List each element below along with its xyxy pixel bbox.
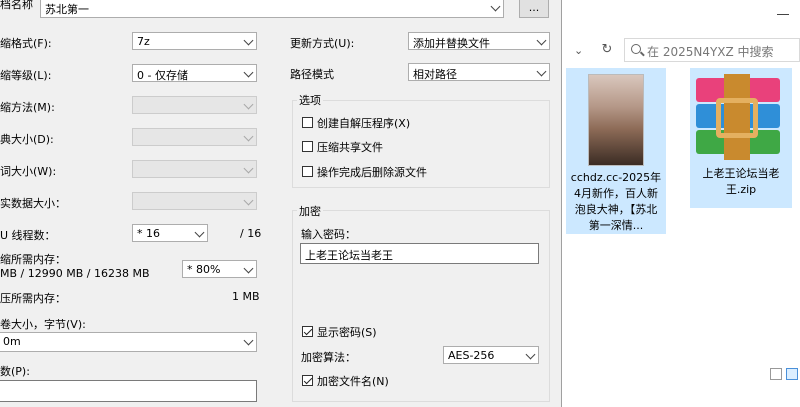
chevron-down-icon xyxy=(243,335,254,346)
browse-button[interactable]: ... xyxy=(519,0,549,18)
delete-after-label[interactable]: 操作完成后删除源文件 xyxy=(317,164,427,180)
encryption-method-value: AES-256 xyxy=(448,349,495,362)
format-label: 缩格式(F): xyxy=(0,37,52,50)
update-mode-select[interactable]: 添加并替换文件 xyxy=(408,32,550,50)
level-select[interactable]: 0 - 仅存储 xyxy=(132,64,257,82)
encryption-method-label: 加密算法： xyxy=(301,351,356,364)
chevron-down-icon xyxy=(243,99,254,110)
parameters-label: 数(P): xyxy=(0,365,30,378)
add-to-archive-dialog: 档名称 苏北第一 ... 缩格式(F): 7z 缩等级(L): 0 - 仅存储 … xyxy=(0,0,562,407)
encryption-method-select[interactable]: AES-256 xyxy=(443,346,539,364)
sfx-label[interactable]: 创建自解压程序(X) xyxy=(317,115,410,131)
update-mode-value: 添加并替换文件 xyxy=(413,37,490,50)
search-icon xyxy=(631,44,641,54)
chevron-down-icon xyxy=(243,67,254,78)
chevron-down-icon xyxy=(243,263,254,274)
format-select[interactable]: 7z xyxy=(132,32,257,50)
method-label: 缩方法(M): xyxy=(0,101,55,114)
solid-block-label: 实数据大小： xyxy=(0,197,66,210)
memory-percent-select[interactable]: * 80% xyxy=(182,260,257,278)
word-size-select xyxy=(132,160,257,178)
format-value: 7z xyxy=(137,35,150,48)
winrar-archive-icon xyxy=(696,74,780,160)
file-name: cchdz.cc-2025年4月新作，百人新泡良大神，【苏北第一深情... xyxy=(570,171,662,232)
file-explorer-window: ⌄ ↻ 在 2025N4YXZ 中搜索 cchdz.cc-2025年4月新作，百… xyxy=(562,0,800,407)
chevron-down-icon xyxy=(536,35,547,46)
chevron-down-icon xyxy=(490,1,501,12)
chevron-down-icon xyxy=(243,131,254,142)
memory-percent-value: * 80% xyxy=(187,263,221,276)
refresh-icon[interactable]: ↻ xyxy=(598,41,616,59)
split-volume-label: 卷大小，字节(V): xyxy=(0,318,86,331)
password-label: 输入密码： xyxy=(301,228,356,241)
split-volume-combo[interactable]: 0m xyxy=(0,332,257,352)
dictionary-label: 典大小(D): xyxy=(0,133,54,146)
memory-decompress-label: 压所需内存： xyxy=(0,292,66,305)
threads-select[interactable]: * 16 xyxy=(132,224,208,242)
file-name: 上老王论坛当老王.zip xyxy=(702,167,780,196)
chevron-down-icon xyxy=(243,195,254,206)
chevron-down-icon xyxy=(243,35,254,46)
details-view-icon[interactable] xyxy=(770,368,782,380)
method-select xyxy=(132,96,257,114)
word-size-label: 词大小(W): xyxy=(0,165,57,178)
chevron-down-icon xyxy=(194,227,205,238)
shared-files-label[interactable]: 压缩共享文件 xyxy=(317,139,383,155)
options-title: 选项 xyxy=(297,92,323,108)
archive-name-label: 档名称 xyxy=(0,0,33,11)
search-placeholder: 在 2025N4YXZ 中搜索 xyxy=(647,45,774,59)
show-password-label[interactable]: 显示密码(S) xyxy=(317,324,377,340)
solid-block-select xyxy=(132,192,257,210)
explorer-titlebar xyxy=(562,0,800,32)
encrypt-names-checkbox[interactable] xyxy=(302,375,313,386)
minimize-icon[interactable] xyxy=(777,14,789,15)
search-input[interactable]: 在 2025N4YXZ 中搜索 xyxy=(624,38,800,62)
sfx-checkbox[interactable] xyxy=(302,117,313,128)
view-toggle[interactable] xyxy=(770,368,800,384)
chevron-down-icon xyxy=(243,163,254,174)
file-item-zip[interactable]: 上老王论坛当老王.zip xyxy=(690,68,792,208)
parameters-input[interactable] xyxy=(0,380,257,402)
shared-files-checkbox[interactable] xyxy=(302,141,313,152)
file-item-video[interactable]: cchdz.cc-2025年4月新作，百人新泡良大神，【苏北第一深情... xyxy=(566,68,666,234)
encryption-title: 加密 xyxy=(297,203,323,219)
archive-name-value: 苏北第一 xyxy=(45,3,89,16)
chevron-down-icon[interactable]: ⌄ xyxy=(574,44,583,57)
memory-compress-detail: MB / 12990 MB / 16238 MB xyxy=(0,267,150,280)
threads-value: * 16 xyxy=(137,227,160,240)
threads-label: U 线程数： xyxy=(0,229,56,242)
dictionary-select xyxy=(132,128,257,146)
split-volume-value: 0m xyxy=(3,335,21,348)
encrypt-names-label[interactable]: 加密文件名(N) xyxy=(317,373,389,389)
show-password-checkbox[interactable] xyxy=(302,326,313,337)
password-value: 上老王论坛当老王 xyxy=(305,249,393,262)
password-input[interactable]: 上老王论坛当老王 xyxy=(300,243,539,264)
level-value: 0 - 仅存储 xyxy=(137,69,188,82)
image-thumbnail xyxy=(588,74,644,166)
threads-max: / 16 xyxy=(240,227,262,240)
memory-decompress-value: 1 MB xyxy=(232,290,260,303)
path-mode-label: 路径模式 xyxy=(290,68,334,81)
level-label: 缩等级(L): xyxy=(0,69,52,82)
chevron-down-icon xyxy=(525,349,536,360)
chevron-down-icon xyxy=(536,66,547,77)
update-mode-label: 更新方式(U): xyxy=(290,37,355,50)
delete-after-checkbox[interactable] xyxy=(302,166,313,177)
large-icons-view-icon[interactable] xyxy=(786,368,798,380)
path-mode-select[interactable]: 相对路径 xyxy=(408,63,550,81)
memory-compress-label: 缩所需内存： xyxy=(0,253,66,266)
archive-name-combo[interactable]: 苏北第一 xyxy=(40,0,504,18)
path-mode-value: 相对路径 xyxy=(413,68,457,81)
